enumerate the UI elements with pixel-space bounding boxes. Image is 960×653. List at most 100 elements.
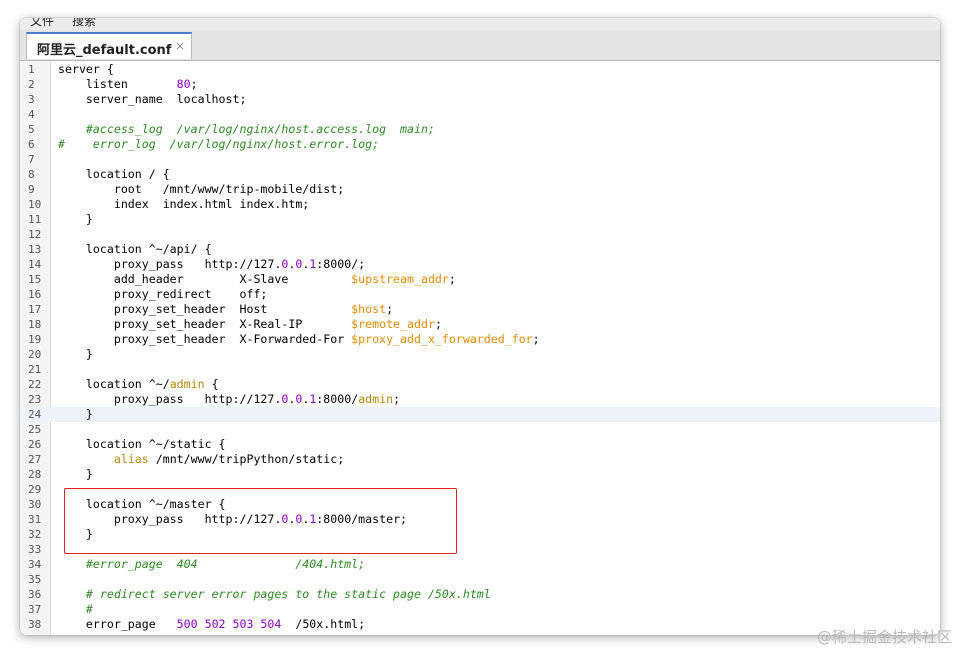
line-number: 24 (28, 408, 42, 421)
code-line[interactable]: 26 location ^~/static { (20, 437, 940, 452)
code-token: proxy_redirect off; (58, 287, 268, 301)
code-token: } (58, 407, 93, 421)
line-number: 5 (28, 123, 35, 136)
code-line[interactable]: 27 alias /mnt/www/tripPython/static; (20, 452, 940, 467)
code-token: /50x.html; (281, 617, 366, 631)
code-text: error_page 500 502 503 504 /50x.html; (58, 617, 365, 632)
code-text: #access_log /var/log/nginx/host.access.l… (58, 122, 435, 137)
code-token: server { (58, 62, 114, 76)
code-text: } (58, 407, 93, 422)
code-token: } (58, 212, 93, 226)
tab-default-conf[interactable]: 阿里云_default.conf × (26, 32, 192, 59)
code-line[interactable]: 12 (20, 227, 940, 242)
code-line[interactable]: 21 (20, 362, 940, 377)
code-text: server_name localhost; (58, 92, 247, 107)
code-token: /mnt/www/tripPython/static; (148, 452, 345, 466)
code-line[interactable]: 5 #access_log /var/log/nginx/host.access… (20, 122, 940, 137)
line-number: 3 (28, 93, 35, 106)
code-text: } (58, 212, 93, 227)
code-text: proxy_set_header X-Real-IP $remote_addr; (58, 317, 442, 332)
code-text: proxy_set_header Host $host; (58, 302, 393, 317)
code-token: 500 502 503 504 (176, 617, 282, 631)
code-line[interactable]: 20 } (20, 347, 940, 362)
code-line[interactable]: 7 (20, 152, 940, 167)
line-number: 6 (28, 138, 35, 151)
line-number: 11 (28, 213, 42, 226)
line-number: 37 (28, 603, 42, 616)
code-line[interactable]: 1 server { (20, 62, 940, 77)
code-line[interactable]: 14 proxy_pass http://127.0.0.1:8000/; (20, 257, 940, 272)
watermark: @稀土掘金技术社区 (816, 628, 952, 646)
code-token: :8000/ (316, 392, 359, 406)
code-line[interactable]: 24 } (20, 407, 940, 422)
code-line[interactable]: 17 proxy_set_header Host $host; (20, 302, 940, 317)
line-number: 15 (28, 273, 42, 286)
code-line[interactable]: 35 (20, 572, 940, 587)
code-token: proxy_set_header Host (58, 302, 352, 316)
code-line[interactable]: 2 listen 80; (20, 77, 940, 92)
code-token: admin (169, 377, 205, 391)
line-number: 30 (28, 498, 42, 511)
editor-window: 文件 搜索 阿里云_default.conf × 1 server {2 list… (20, 18, 940, 635)
code-line[interactable]: 3 server_name localhost; (20, 92, 940, 107)
code-line[interactable]: 8 location / { (20, 167, 940, 182)
code-token: $remote_addr (351, 317, 435, 331)
line-number: 16 (28, 288, 42, 301)
code-token: proxy_set_header X-Real-IP (58, 317, 352, 331)
code-line[interactable]: 11 } (20, 212, 940, 227)
code-token: location ^~/api/ { (58, 242, 212, 256)
code-line[interactable]: 37 # (20, 602, 940, 617)
code-text: location ^~/api/ { (58, 242, 212, 257)
code-line[interactable]: 25 (20, 422, 940, 437)
close-icon[interactable]: × (175, 39, 185, 53)
code-token: ; (386, 302, 394, 316)
code-line[interactable]: 23 proxy_pass http://127.0.0.1:8000/admi… (20, 392, 940, 407)
code-line[interactable]: 38 error_page 500 502 503 504 /50x.html; (20, 617, 940, 632)
code-text: location ^~/static { (58, 437, 226, 452)
code-token: index index.html index.htm; (58, 197, 310, 211)
code-token: proxy_set_header X-Forwarded-For (58, 332, 352, 346)
code-token: add_header X-Slave (58, 272, 352, 286)
code-text: #error_page 404 /404.html; (58, 557, 365, 572)
code-line[interactable]: 19 proxy_set_header X-Forwarded-For $pro… (20, 332, 940, 347)
menu-file[interactable]: 文件 (30, 18, 54, 29)
code-line[interactable]: 15 add_header X-Slave $upstream_addr; (20, 272, 940, 287)
code-token: listen (58, 77, 177, 91)
code-line[interactable]: 6 # error_log /var/log/nginx/host.error.l… (20, 137, 940, 152)
menu-search[interactable]: 搜索 (72, 18, 96, 29)
code-text: add_header X-Slave $upstream_addr; (58, 272, 456, 287)
code-token: # redirect server error pages to the sta… (58, 587, 491, 601)
line-number: 2 (28, 78, 35, 91)
line-number: 13 (28, 243, 42, 256)
code-line[interactable]: 28 } (20, 467, 940, 482)
code-line[interactable]: 18 proxy_set_header X-Real-IP $remote_ad… (20, 317, 940, 332)
code-line[interactable]: 10 index index.html index.htm; (20, 197, 940, 212)
code-line[interactable]: 36 # redirect server error pages to the … (20, 587, 940, 602)
tab-bar: 阿里云_default.conf × (20, 30, 940, 61)
code-line[interactable]: 34 #error_page 404 /404.html; (20, 557, 940, 572)
code-text: # error_log /var/log/nginx/host.error.lo… (58, 137, 379, 152)
code-token: admin (358, 392, 394, 406)
code-token: location ^~/ (58, 377, 170, 391)
line-number: 25 (28, 423, 42, 436)
code-line[interactable]: 22 location ^~/admin { (20, 377, 940, 392)
code-text: # redirect server error pages to the sta… (58, 587, 491, 602)
code-text: # (58, 602, 93, 617)
line-number: 18 (28, 318, 42, 331)
code-text: proxy_set_header X-Forwarded-For $proxy_… (58, 332, 540, 347)
tab-title: 阿里云_default.conf (37, 43, 172, 58)
line-number: 33 (28, 543, 42, 556)
code-line[interactable]: 16 proxy_redirect off; (20, 287, 940, 302)
code-line[interactable]: 9 root /mnt/www/trip-mobile/dist; (20, 182, 940, 197)
line-number: 21 (28, 363, 42, 376)
code-token: ; (448, 272, 456, 286)
line-number: 22 (28, 378, 42, 391)
line-number: 7 (28, 153, 35, 166)
code-text: location / { (58, 167, 170, 182)
code-line[interactable]: 4 (20, 107, 940, 122)
code-token: # (58, 602, 93, 616)
line-number: 31 (28, 513, 42, 526)
code-text: index index.html index.htm; (58, 197, 309, 212)
code-line[interactable]: 13 location ^~/api/ { (20, 242, 940, 257)
